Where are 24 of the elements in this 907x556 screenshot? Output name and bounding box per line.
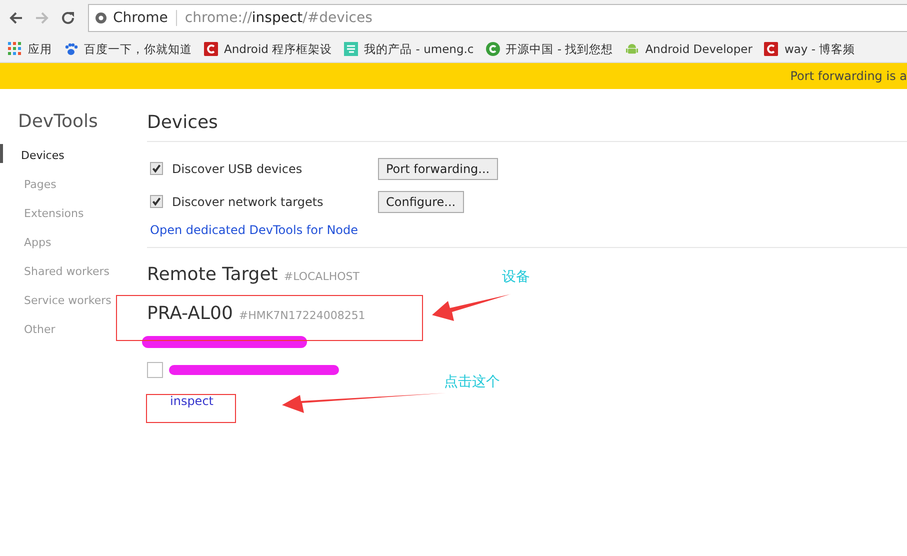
bookmark[interactable]: way - 博客频 [764, 42, 856, 56]
option-button[interactable]: Configure... [378, 190, 464, 212]
section-title: Remote Target [147, 264, 278, 285]
node-devtools-link[interactable]: Open dedicated DevTools for Node [150, 223, 907, 237]
annotation-label: 点击这个 [444, 373, 500, 391]
bookmark[interactable]: 我的产品 - umeng.c [344, 42, 474, 56]
bookmark[interactable]: 开源中国 - 找到您想 [486, 42, 614, 56]
bookmark[interactable]: 应用 [8, 42, 52, 56]
info-text: Port forwarding is a [790, 69, 907, 83]
bookmark[interactable]: Android 程序框架设 [204, 42, 332, 56]
option-button[interactable]: Port forwarding... [378, 158, 498, 180]
section-title: Devices [147, 89, 907, 142]
host-tag: #LOCALHOST [284, 270, 360, 283]
annotation-label: 设备 [502, 268, 530, 286]
bookmark[interactable]: Android Developer [625, 42, 752, 56]
device-name: PRA-AL00 [147, 303, 233, 324]
address-bar[interactable]: Chrome chrome://inspect/#devices [88, 4, 907, 32]
sidebar-item[interactable]: Devices [0, 144, 129, 163]
checkbox-label: Discover network targets [172, 194, 324, 208]
checkbox-label: Discover USB devices [172, 162, 304, 176]
bookmark[interactable]: 百度一下，你就知道 [64, 42, 192, 56]
sidebar-title: DevTools [17, 111, 99, 132]
inspect-link[interactable]: inspect [170, 394, 907, 408]
device-serial: #HMK7N17224008251 [238, 309, 366, 322]
